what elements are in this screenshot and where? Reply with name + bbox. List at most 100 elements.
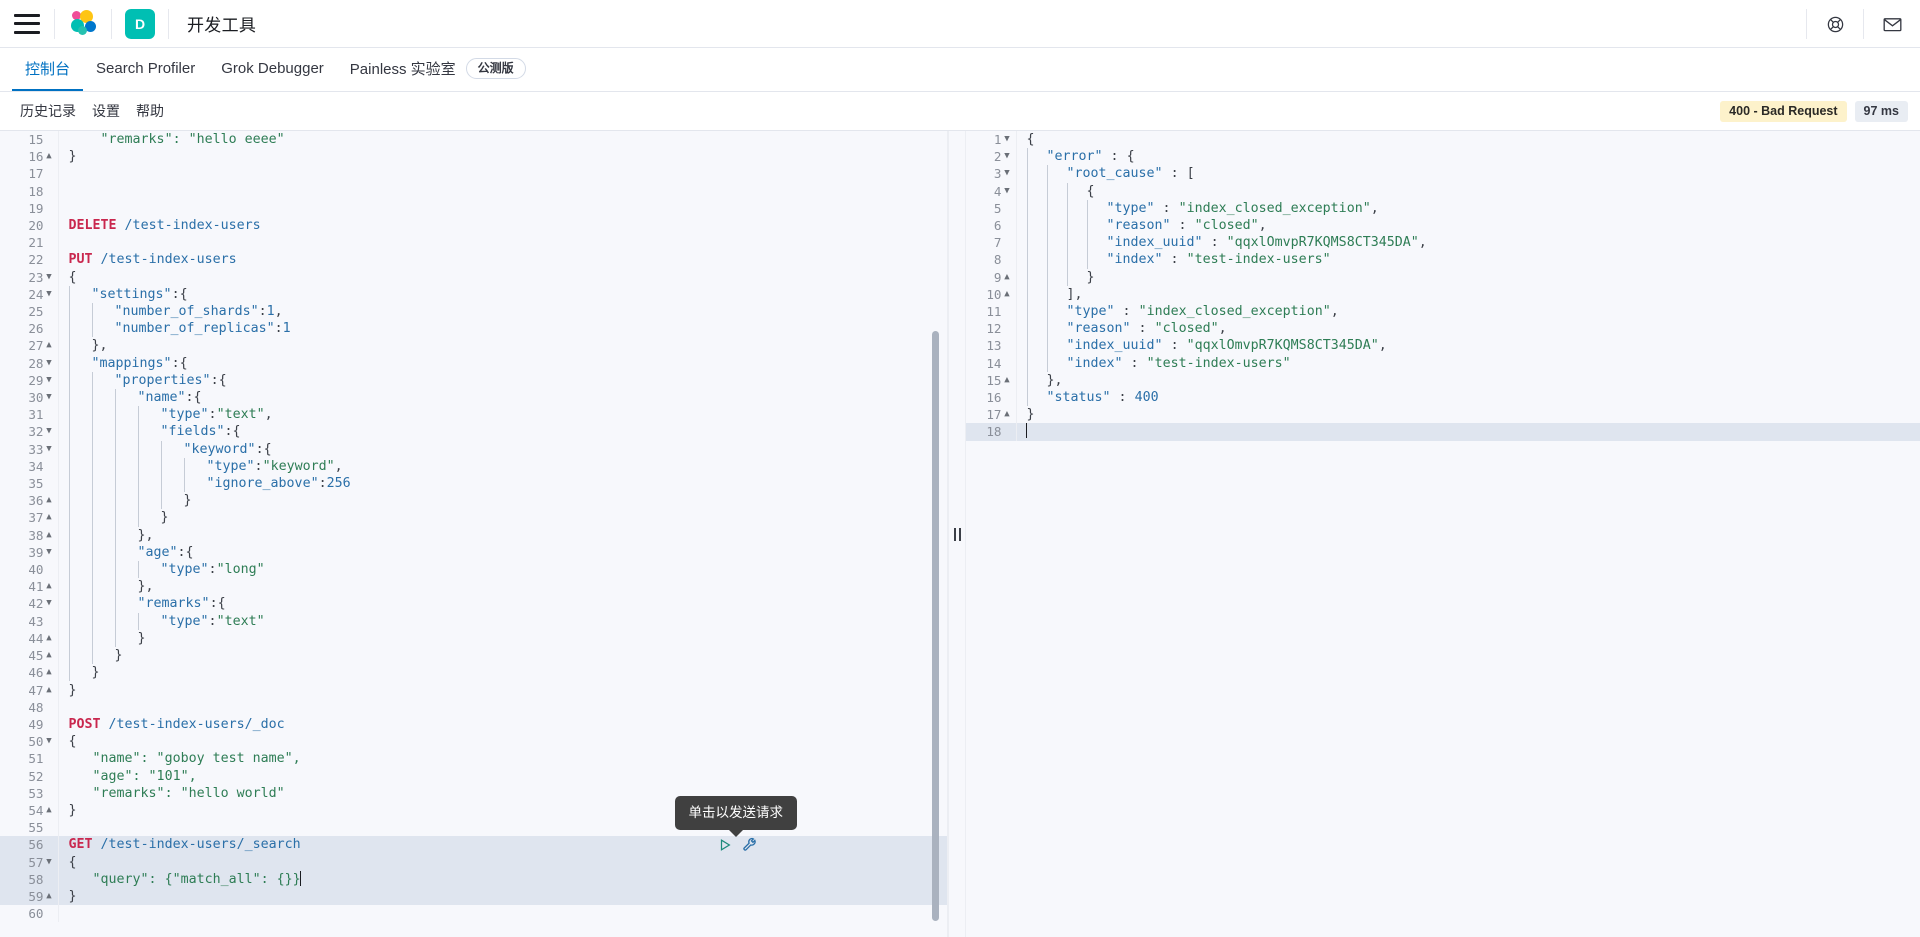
code-line[interactable]: 6•"reason" : "closed", (966, 217, 1920, 235)
tab-painless-lab[interactable]: Painless 实验室 公测版 (337, 47, 539, 91)
space-avatar[interactable]: D (125, 8, 155, 39)
fold-toggle[interactable]: ▲ (44, 337, 55, 354)
code-line-content[interactable]: "query": {"match_all": {}} (58, 870, 947, 888)
code-line[interactable]: 8•"index" : "test-index-users" (966, 251, 1920, 269)
wrench-options-icon[interactable] (742, 837, 757, 852)
play-send-request-icon[interactable] (718, 838, 732, 852)
code-line[interactable]: 43•"type":"text" (0, 612, 947, 630)
code-line[interactable]: 9 ▲} (966, 268, 1920, 286)
code-line-content[interactable]: "index_uuid" : "qqxlOmvpR7KQMS8CT345DA", (1016, 234, 1920, 252)
code-line-content[interactable]: "properties":{ (58, 371, 947, 390)
code-line[interactable]: 45 ▲} (0, 647, 947, 665)
request-code[interactable]: 15• "remarks": "hello eeee"16▲}17•18•19•… (0, 131, 947, 923)
code-line-content[interactable]: { (58, 733, 947, 750)
code-line-content[interactable]: }, (58, 337, 947, 355)
code-line-content[interactable]: "index" : "test-index-users" (1016, 251, 1920, 269)
code-line-content[interactable]: "keyword":{ (58, 440, 947, 458)
code-line-content[interactable] (58, 699, 947, 716)
code-line-content[interactable]: DELETE /test-index-users (58, 217, 947, 234)
code-line-content[interactable]: POST /test-index-users/_doc (58, 716, 947, 733)
code-line-content[interactable] (58, 819, 947, 836)
fold-toggle[interactable]: ▲ (44, 888, 55, 905)
code-line-content[interactable]: GET /test-index-users/_search (58, 836, 947, 854)
fold-toggle[interactable]: ▲ (44, 682, 55, 699)
request-action-icons[interactable] (718, 837, 757, 852)
tab-search-profiler[interactable]: Search Profiler (83, 47, 208, 91)
fold-toggle[interactable]: ▼ (1002, 165, 1013, 182)
code-line[interactable]: 35•"ignore_above":256 (0, 475, 947, 493)
code-line[interactable]: 17• (0, 165, 947, 183)
code-line-content[interactable]: "type":"text", (58, 406, 947, 424)
code-line-content[interactable]: { (58, 269, 947, 286)
fold-toggle[interactable]: ▲ (44, 578, 55, 595)
code-line-content[interactable]: } (58, 647, 947, 665)
code-line-content[interactable] (58, 183, 947, 200)
code-line[interactable]: 13•"index_uuid" : "qqxlOmvpR7KQMS8CT345D… (966, 337, 1920, 355)
fold-toggle[interactable]: ▼ (44, 389, 55, 406)
fold-toggle[interactable]: ▲ (44, 630, 55, 647)
fold-toggle[interactable]: ▼ (1002, 183, 1013, 200)
code-line[interactable]: 40•"type":"long" (0, 561, 947, 579)
code-line-content[interactable]: } (58, 682, 947, 699)
code-line[interactable]: 48• (0, 698, 947, 716)
code-line[interactable]: 29 ▼ "properties":{ (0, 371, 947, 390)
fold-toggle[interactable]: ▲ (44, 148, 55, 165)
fold-toggle[interactable]: ▼ (44, 355, 55, 372)
code-line-content[interactable]: "root_cause" : [ (1016, 165, 1920, 183)
code-line-content[interactable]: "fields":{ (58, 423, 947, 441)
code-line-content[interactable]: "reason" : "closed", (1016, 217, 1920, 235)
code-line-content[interactable]: "remarks": "hello eeee" (58, 131, 947, 148)
code-line[interactable]: 5•"type" : "index_closed_exception", (966, 199, 1920, 218)
fold-toggle[interactable]: ▼ (44, 423, 55, 440)
code-line-content[interactable]: { (58, 853, 947, 871)
code-line-content[interactable]: "remarks": "hello world" (58, 785, 947, 802)
fold-toggle[interactable]: ▼ (1002, 148, 1013, 165)
code-line[interactable]: 36 ▲} (0, 492, 947, 510)
fold-toggle[interactable]: ▼ (44, 544, 55, 561)
code-line-content[interactable]: "number_of_replicas":1 (58, 320, 947, 338)
code-line-content[interactable]: "remarks":{ (58, 595, 947, 613)
code-line-content[interactable]: }, (1016, 371, 1920, 390)
code-line[interactable]: 55• (0, 819, 947, 837)
code-line[interactable]: 41 ▲}, (0, 578, 947, 596)
code-line[interactable]: 53• "remarks": "hello world" (0, 784, 947, 802)
code-line[interactable]: 50 ▼{ (0, 733, 947, 751)
fold-toggle[interactable]: ▲ (44, 802, 55, 819)
code-line[interactable]: 20•DELETE /test-index-users (0, 217, 947, 235)
help-link[interactable]: 帮助 (128, 104, 172, 118)
code-line-content[interactable]: } (1016, 268, 1920, 286)
code-line[interactable]: 14•"index" : "test-index-users" (966, 354, 1920, 372)
fold-toggle[interactable]: ▼ (44, 372, 55, 389)
code-line-content[interactable]: { (1016, 182, 1920, 200)
code-line[interactable]: 54 ▲} (0, 801, 947, 820)
code-line[interactable]: 18• (966, 423, 1920, 441)
code-line-content[interactable]: "reason" : "closed", (1016, 320, 1920, 338)
code-line[interactable]: 28 ▼ "mappings":{ (0, 354, 947, 372)
code-line-content[interactable]: } (1016, 406, 1920, 423)
request-editor-scrollbar[interactable] (932, 331, 939, 921)
fold-toggle[interactable]: ▲ (1002, 286, 1013, 303)
tab-grok-debugger[interactable]: Grok Debugger (208, 47, 337, 91)
code-line-content[interactable]: { (1016, 131, 1920, 148)
fold-toggle[interactable]: ▲ (44, 492, 55, 509)
fold-toggle[interactable]: ▲ (44, 664, 55, 681)
code-line-content[interactable]: }, (58, 578, 947, 596)
settings-link[interactable]: 设置 (84, 104, 128, 118)
code-line[interactable]: 24 ▼ "settings":{ (0, 285, 947, 304)
code-line[interactable]: 17 ▲} (966, 406, 1920, 424)
code-line-content[interactable]: "index" : "test-index-users" (1016, 354, 1920, 372)
code-line[interactable]: 12•"reason" : "closed", (966, 320, 1920, 338)
code-line[interactable]: 56•GET /test-index-users/_search (0, 836, 947, 854)
code-line[interactable]: 46 ▲} (0, 664, 947, 682)
pane-resize-handle[interactable] (948, 131, 966, 937)
code-line-content[interactable]: "type":"keyword", (58, 457, 947, 476)
code-line-content[interactable] (58, 234, 947, 251)
code-line[interactable]: 4 ▼{ (966, 182, 1920, 200)
code-line[interactable]: 32 ▼ "fields":{ (0, 423, 947, 441)
code-line-content[interactable]: "number_of_shards":1, (58, 303, 947, 321)
code-line-content[interactable]: "index_uuid" : "qqxlOmvpR7KQMS8CT345DA", (1016, 337, 1920, 355)
code-line[interactable]: 37 ▲} (0, 509, 947, 527)
code-line[interactable]: 47 ▲} (0, 681, 947, 699)
code-line-content[interactable]: "name":{ (58, 389, 947, 407)
code-line[interactable]: 49•POST /test-index-users/_doc (0, 715, 947, 734)
